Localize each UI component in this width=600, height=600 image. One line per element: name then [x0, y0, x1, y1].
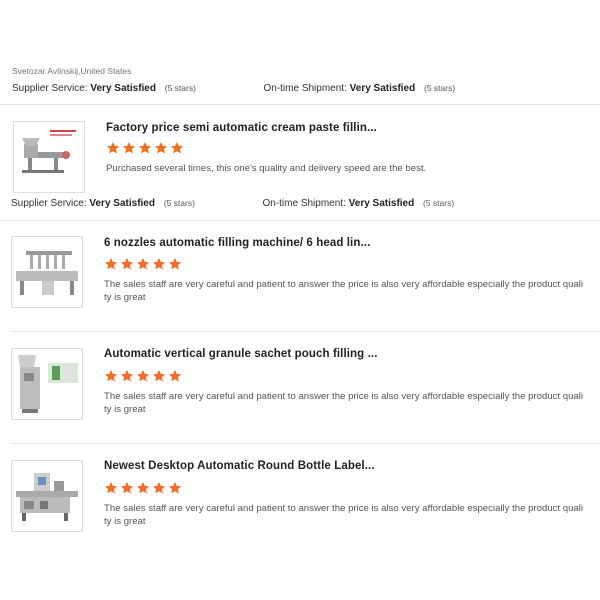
reviewer-name: Svetozar Avlinskij,United States: [12, 66, 132, 76]
bottle-labeler-machine-icon: [16, 473, 78, 521]
sachet-packing-machine-icon: [18, 355, 78, 413]
on-time-shipment-label: On-time Shipment:: [262, 198, 346, 209]
review-text: The sales staff are very careful and pat…: [104, 279, 584, 303]
on-time-shipment-value: Very Satisfied: [349, 83, 416, 94]
rating-summary-2: Supplier Service: Very Satisfied (5 star…: [11, 198, 454, 209]
star-icon: [120, 369, 134, 382]
star-icon: [168, 481, 182, 494]
star-icon: [152, 257, 166, 270]
supplier-service-stars: (5 stars): [164, 83, 196, 93]
supplier-service-value: Very Satisfied: [90, 83, 156, 94]
star-icon: [120, 481, 134, 494]
star-icon: [168, 369, 182, 382]
star-icon: [138, 141, 152, 154]
product-thumbnail[interactable]: [11, 236, 83, 308]
divider: [12, 331, 600, 332]
product-title[interactable]: Automatic vertical granule sachet pouch …: [104, 348, 378, 360]
review-text: The sales staff are very careful and pat…: [104, 503, 584, 527]
filling-line-machine-icon: [16, 251, 78, 295]
star-icon: [154, 141, 168, 154]
star-icon: [152, 369, 166, 382]
star-icon: [168, 257, 182, 270]
product-title[interactable]: Newest Desktop Automatic Round Bottle La…: [104, 460, 375, 472]
star-icon: [104, 257, 118, 270]
supplier-service-label: Supplier Service:: [12, 83, 88, 94]
star-icon: [122, 141, 136, 154]
on-time-shipment-stars: (5 stars): [423, 198, 455, 208]
divider: [0, 104, 600, 105]
supplier-service-stars: (5 stars): [163, 198, 195, 208]
on-time-shipment-value: Very Satisfied: [348, 198, 415, 209]
product-thumbnail[interactable]: [13, 121, 85, 193]
star-rating: [106, 141, 184, 155]
product-title[interactable]: 6 nozzles automatic filling machine/ 6 h…: [104, 237, 370, 249]
rating-summary-1: Supplier Service: Very Satisfied (5 star…: [12, 83, 455, 94]
product-thumbnail[interactable]: [11, 348, 83, 420]
review-text: The sales staff are very careful and pat…: [104, 391, 584, 415]
cream-filler-machine-icon: [22, 130, 76, 173]
on-time-shipment-stars: (5 stars): [424, 83, 456, 93]
divider: [0, 220, 600, 221]
star-icon: [136, 257, 150, 270]
on-time-shipment-label: On-time Shipment:: [263, 83, 347, 94]
star-rating: [104, 257, 182, 271]
star-icon: [104, 369, 118, 382]
star-icon: [104, 481, 118, 494]
star-icon: [170, 141, 184, 154]
star-icon: [136, 369, 150, 382]
product-title[interactable]: Factory price semi automatic cream paste…: [106, 122, 377, 134]
star-rating: [104, 369, 182, 383]
star-icon: [120, 257, 134, 270]
divider: [12, 443, 600, 444]
supplier-service-label: Supplier Service:: [11, 198, 87, 209]
product-thumbnail[interactable]: [11, 460, 83, 532]
star-rating: [104, 481, 182, 495]
supplier-service-value: Very Satisfied: [89, 198, 155, 209]
star-icon: [136, 481, 150, 494]
star-icon: [152, 481, 166, 494]
review-text: Purchased several times, this one's qual…: [106, 163, 427, 174]
star-icon: [106, 141, 120, 154]
